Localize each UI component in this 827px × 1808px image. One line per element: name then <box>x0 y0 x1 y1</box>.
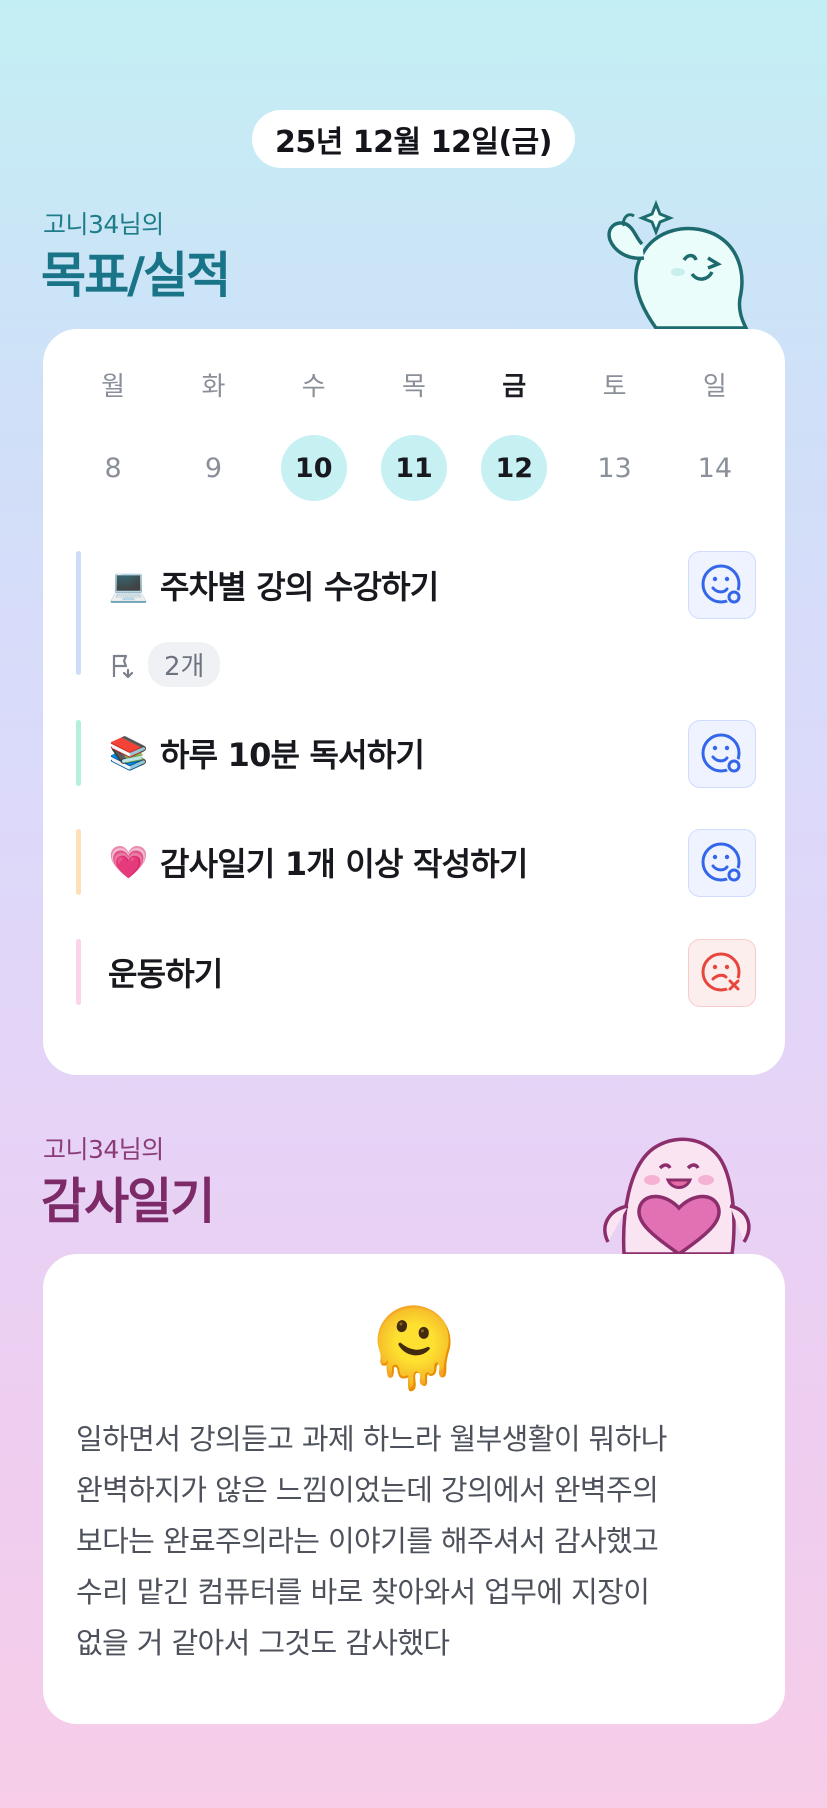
diary-line: 완벽하지가 않은 느낌이었는데 강의에서 완벽주의 <box>76 1473 659 1507</box>
goals-card: 월 화 수 목 금 토 일 8 9 10 11 12 13 14 💻 주차별 강… <box>43 329 785 1075</box>
diary-line: 없을 거 같아서 그것도 감사했다 <box>76 1626 450 1660</box>
laptop-emoji-icon: 💻 <box>108 566 148 604</box>
goal-item[interactable]: 💗 감사일기 1개 이상 작성하기 <box>76 829 756 897</box>
heart-hugging-mascot-illustration <box>603 1137 751 1256</box>
weekday-sun: 일 <box>702 371 727 402</box>
subgoal-count-badge: 2개 <box>148 642 221 687</box>
week-dates: 8 9 10 11 12 13 14 <box>63 435 765 501</box>
diary-owner-label: 고니34님의 <box>43 1135 164 1164</box>
melting-face-emoji-icon: 🫠 <box>365 1304 463 1394</box>
diary-line: 일하면서 강의듣고 과제 하느라 월부생활이 뭐하나 <box>76 1422 667 1456</box>
goal-label: 감사일기 1개 이상 작성하기 <box>160 845 528 883</box>
diary-line: 수리 맡긴 컴퓨터를 바로 찾아와서 업무에 지장이 <box>76 1575 650 1609</box>
goal-item[interactable]: 📚 하루 10분 독서하기 <box>76 720 756 788</box>
diary-line: 보다는 완료주의라는 이야기를 해주셔서 감사했고 <box>76 1524 659 1558</box>
weekday-names: 월 화 수 목 금 토 일 <box>63 359 765 409</box>
date-14[interactable]: 14 <box>682 435 748 501</box>
flag-subgoal-icon <box>112 654 134 678</box>
date-12[interactable]: 12 <box>481 435 548 501</box>
goal-label: 운동하기 <box>108 955 223 993</box>
diary-section-title: 감사일기 <box>41 1173 215 1230</box>
weekday-tue: 화 <box>201 371 226 402</box>
goal-status-fail-button[interactable] <box>688 939 756 1007</box>
gratitude-diary-card: 🫠 일하면서 강의듣고 과제 하느라 월부생활이 뭐하나 완벽하지가 않은 느낌… <box>43 1254 785 1724</box>
goal-status-success-button[interactable] <box>688 551 756 619</box>
goal-color-bar <box>76 551 81 675</box>
books-emoji-icon: 📚 <box>108 734 148 772</box>
sad-x-icon <box>701 952 742 993</box>
weekday-fri: 금 <box>502 371 527 402</box>
weekday-wed: 수 <box>301 371 326 402</box>
smile-check-icon <box>701 842 742 883</box>
date-10[interactable]: 10 <box>280 435 347 501</box>
smile-check-icon <box>701 733 742 774</box>
goal-color-bar <box>76 829 81 895</box>
heart-emoji-icon: 💗 <box>108 843 148 881</box>
goals-section-title: 목표/실적 <box>41 247 231 304</box>
date-11[interactable]: 11 <box>380 435 447 501</box>
goal-status-success-button[interactable] <box>688 720 756 788</box>
goal-status-success-button[interactable] <box>688 829 756 897</box>
subgoal-summary[interactable]: 2개 <box>108 642 221 687</box>
date-13[interactable]: 13 <box>582 435 648 501</box>
date-9[interactable]: 9 <box>180 435 246 501</box>
weekday-mon: 월 <box>101 371 126 402</box>
goal-item[interactable]: 💻 주차별 강의 수강하기 2개 <box>76 551 756 687</box>
goal-label: 하루 10분 독서하기 <box>160 736 425 774</box>
weekday-sat: 토 <box>602 371 627 402</box>
waving-mascot-illustration <box>607 200 749 330</box>
smile-check-icon <box>701 564 742 605</box>
date-8[interactable]: 8 <box>80 435 146 501</box>
weekday-thu: 목 <box>402 371 426 402</box>
goal-label: 주차별 강의 수강하기 <box>160 568 439 606</box>
date-pill[interactable]: 25년 12월 12일(금) <box>252 110 575 168</box>
goal-color-bar <box>76 939 81 1005</box>
diary-text: 일하면서 강의듣고 과제 하느라 월부생활이 뭐하나 완벽하지가 않은 느낌이었… <box>76 1414 766 1669</box>
goal-item[interactable]: 운동하기 <box>76 939 756 1007</box>
goal-color-bar <box>76 720 81 786</box>
